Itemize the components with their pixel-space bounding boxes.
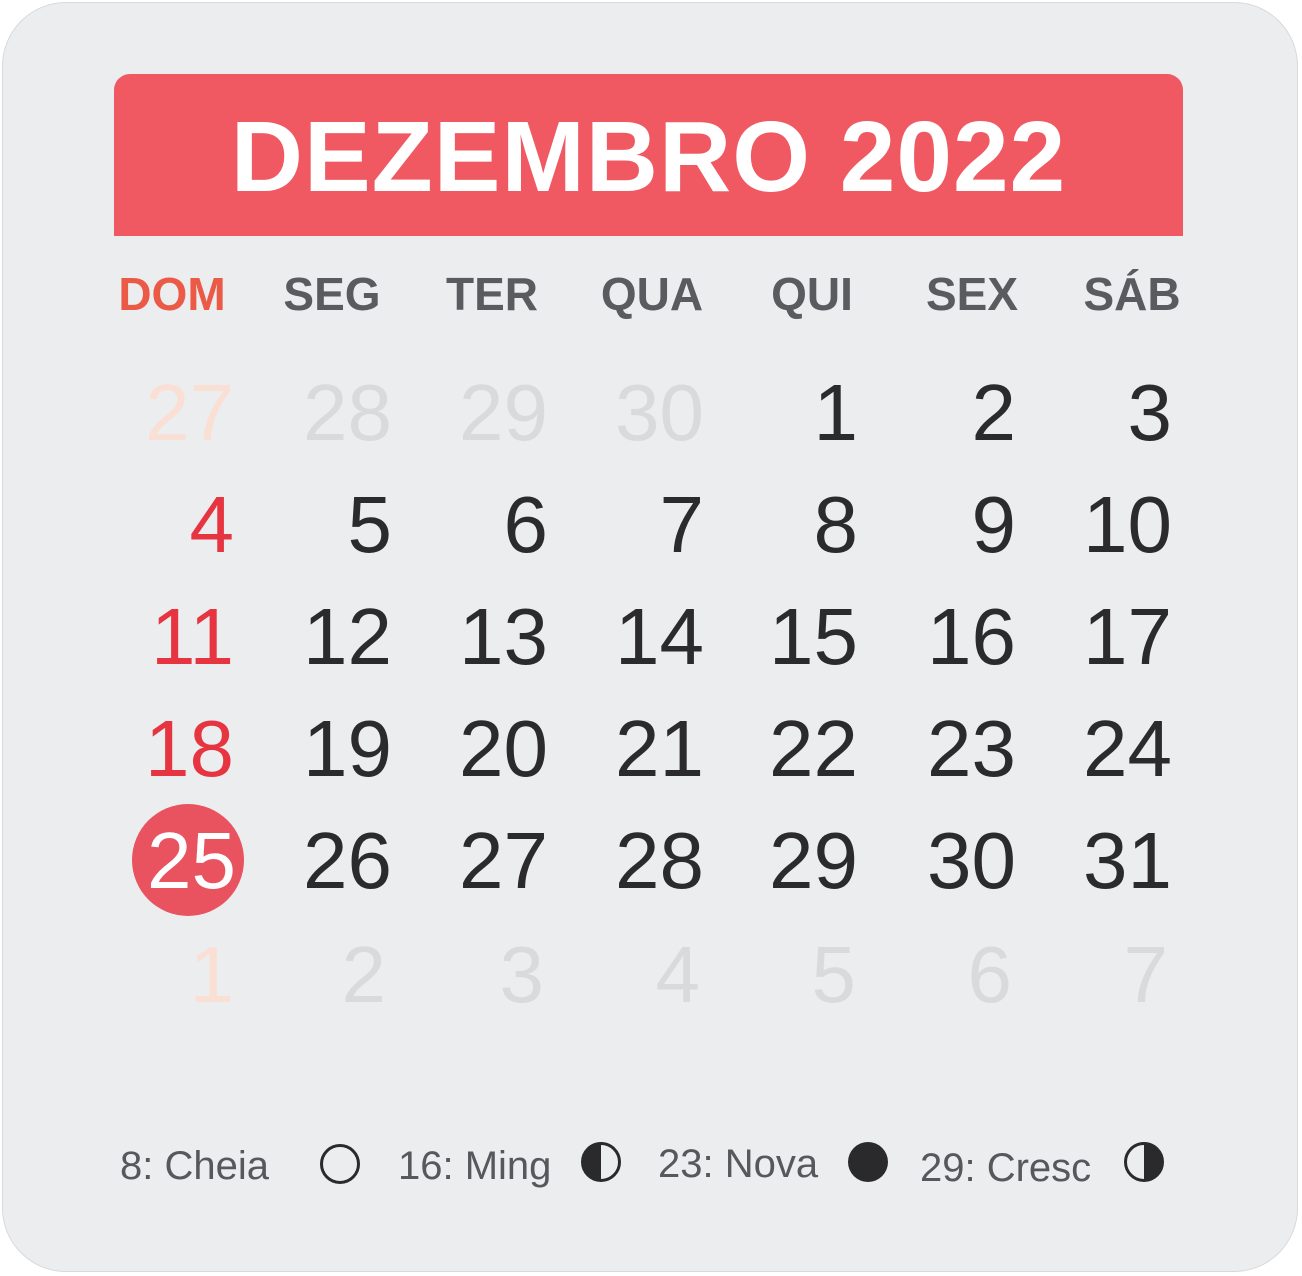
day-cell[interactable]: 10 [1042,480,1172,570]
waxing-moon-icon [1124,1142,1164,1182]
day-cell[interactable]: 14 [574,592,704,682]
day-cell[interactable]: 7 [1038,930,1169,1020]
day-cell[interactable]: 3 [1042,368,1173,458]
day-cell[interactable]: 12 [262,592,392,682]
day-cell[interactable]: 20 [418,704,548,794]
day-cell-today[interactable]: 25 [106,816,236,906]
day-cell[interactable]: 24 [1042,704,1172,794]
day-cell[interactable]: 28 [262,368,392,458]
day-cell[interactable]: 22 [728,704,858,794]
day-cell[interactable]: 19 [262,704,392,794]
day-cell[interactable]: 2 [886,368,1017,458]
day-cell[interactable]: 2 [256,930,387,1020]
moon-phase-label-new: 23: Nova [658,1142,819,1186]
day-cell[interactable]: 17 [1042,592,1172,682]
moon-phase-label-full: 8: Cheia [120,1144,269,1188]
day-cell[interactable]: 26 [262,816,392,906]
day-cell[interactable]: 8 [728,480,859,570]
day-cell[interactable]: 5 [726,930,857,1020]
day-cell[interactable]: 16 [886,592,1016,682]
day-cell[interactable]: 6 [418,480,549,570]
day-cell[interactable]: 30 [574,368,704,458]
day-cell[interactable]: 6 [882,930,1013,1020]
moon-phase-label-waxing: 29: Cresc [920,1146,1092,1190]
moon-phase-label-waning: 16: Ming [398,1144,552,1188]
day-cell[interactable]: 31 [1042,816,1172,906]
day-cell[interactable]: 28 [574,816,704,906]
day-cell[interactable]: 5 [262,480,393,570]
day-cell[interactable]: 7 [574,480,705,570]
day-cell[interactable]: 30 [886,816,1016,906]
day-cell[interactable]: 18 [104,704,234,794]
day-cell[interactable]: 29 [728,816,858,906]
full-moon-icon [320,1144,360,1184]
day-cell[interactable]: 13 [418,592,548,682]
day-cell[interactable]: 1 [728,368,859,458]
day-cell[interactable]: 4 [570,930,701,1020]
new-moon-icon [848,1142,888,1182]
moon-phase-legend: 8: Cheia 16: Ming 23: Nova 29: Cresc [0,1138,1302,1198]
day-grid: 27 28 29 30 1 2 3 4 5 6 7 8 9 10 11 12 1… [0,0,1302,1276]
day-cell[interactable]: 9 [886,480,1017,570]
day-cell[interactable]: 27 [418,816,548,906]
day-cell[interactable]: 4 [104,480,235,570]
waning-moon-icon [581,1142,621,1182]
day-cell[interactable]: 29 [418,368,548,458]
day-cell[interactable]: 27 [104,368,234,458]
day-cell[interactable]: 23 [886,704,1016,794]
day-cell[interactable]: 11 [104,592,234,682]
day-cell[interactable]: 21 [574,704,704,794]
day-cell[interactable]: 1 [104,930,235,1020]
day-cell[interactable]: 15 [728,592,858,682]
day-cell[interactable]: 3 [414,930,545,1020]
